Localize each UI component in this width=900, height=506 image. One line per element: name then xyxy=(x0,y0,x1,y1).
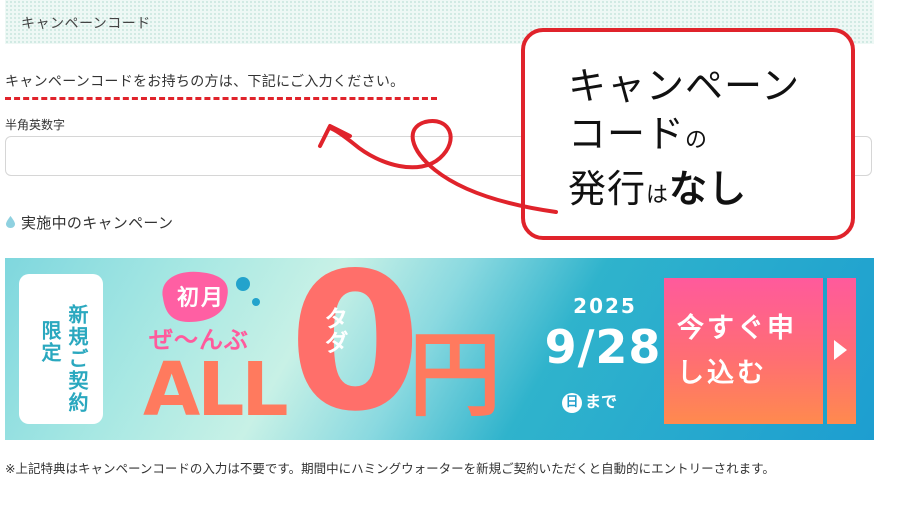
dashed-underline xyxy=(5,97,437,100)
annotation-line-1: キャンペーン xyxy=(568,64,801,108)
annotation-line-3: 発行はなし xyxy=(568,165,800,220)
until-text: まで xyxy=(585,392,618,411)
annotation-text: キャンペーン コードの 発行はなし xyxy=(568,62,800,220)
campaign-banner[interactable]: 新規ご契約 限定 初月 ぜ〜んぶ ALL 0 タダ 円 2025 9/28 日ま… xyxy=(5,258,874,440)
footnote: ※上記特典はキャンペーンコードの入力は不要です。期間中にハミングウォーターを新規… xyxy=(5,461,775,476)
section-title: キャンペーンコード xyxy=(21,16,151,32)
first-month-text: 初月 xyxy=(177,286,226,311)
arrow-right-icon xyxy=(834,340,847,360)
annotation-ha: は xyxy=(646,183,670,208)
campaign-year: 2025 xyxy=(573,294,637,318)
intro-text: キャンペーンコードをお持ちの方は、下記にご入力ください。 xyxy=(5,74,405,90)
campaign-until: 日まで xyxy=(562,388,617,413)
badge-text-new-contract: 新規ご契約 xyxy=(65,304,89,414)
badge-text-limited: 限定 xyxy=(38,320,62,364)
water-drop-icon xyxy=(6,216,15,228)
annotation-issue: 発行 xyxy=(568,167,647,211)
campaign-title: 実施中のキャンペーン xyxy=(21,214,174,232)
annotation-none: なし xyxy=(669,167,748,211)
new-contract-badge: 新規ご契約 限定 xyxy=(19,274,103,424)
annotation-code: コード xyxy=(568,112,686,156)
big-zero: 0 xyxy=(289,258,422,440)
annotation-line-2: コードの xyxy=(568,110,800,165)
apply-now-label: 今すぐ申し込む xyxy=(677,313,797,389)
weekday-badge: 日 xyxy=(562,392,582,413)
annotation-no: の xyxy=(685,128,709,153)
yen-text: 円 xyxy=(409,322,502,429)
input-label: 半角英数字 xyxy=(5,118,66,132)
all-text: ALL xyxy=(143,347,289,433)
campaign-end-date: 9/28 xyxy=(544,320,662,374)
cta-divider xyxy=(823,278,827,424)
tada-text: タダ xyxy=(320,306,348,354)
